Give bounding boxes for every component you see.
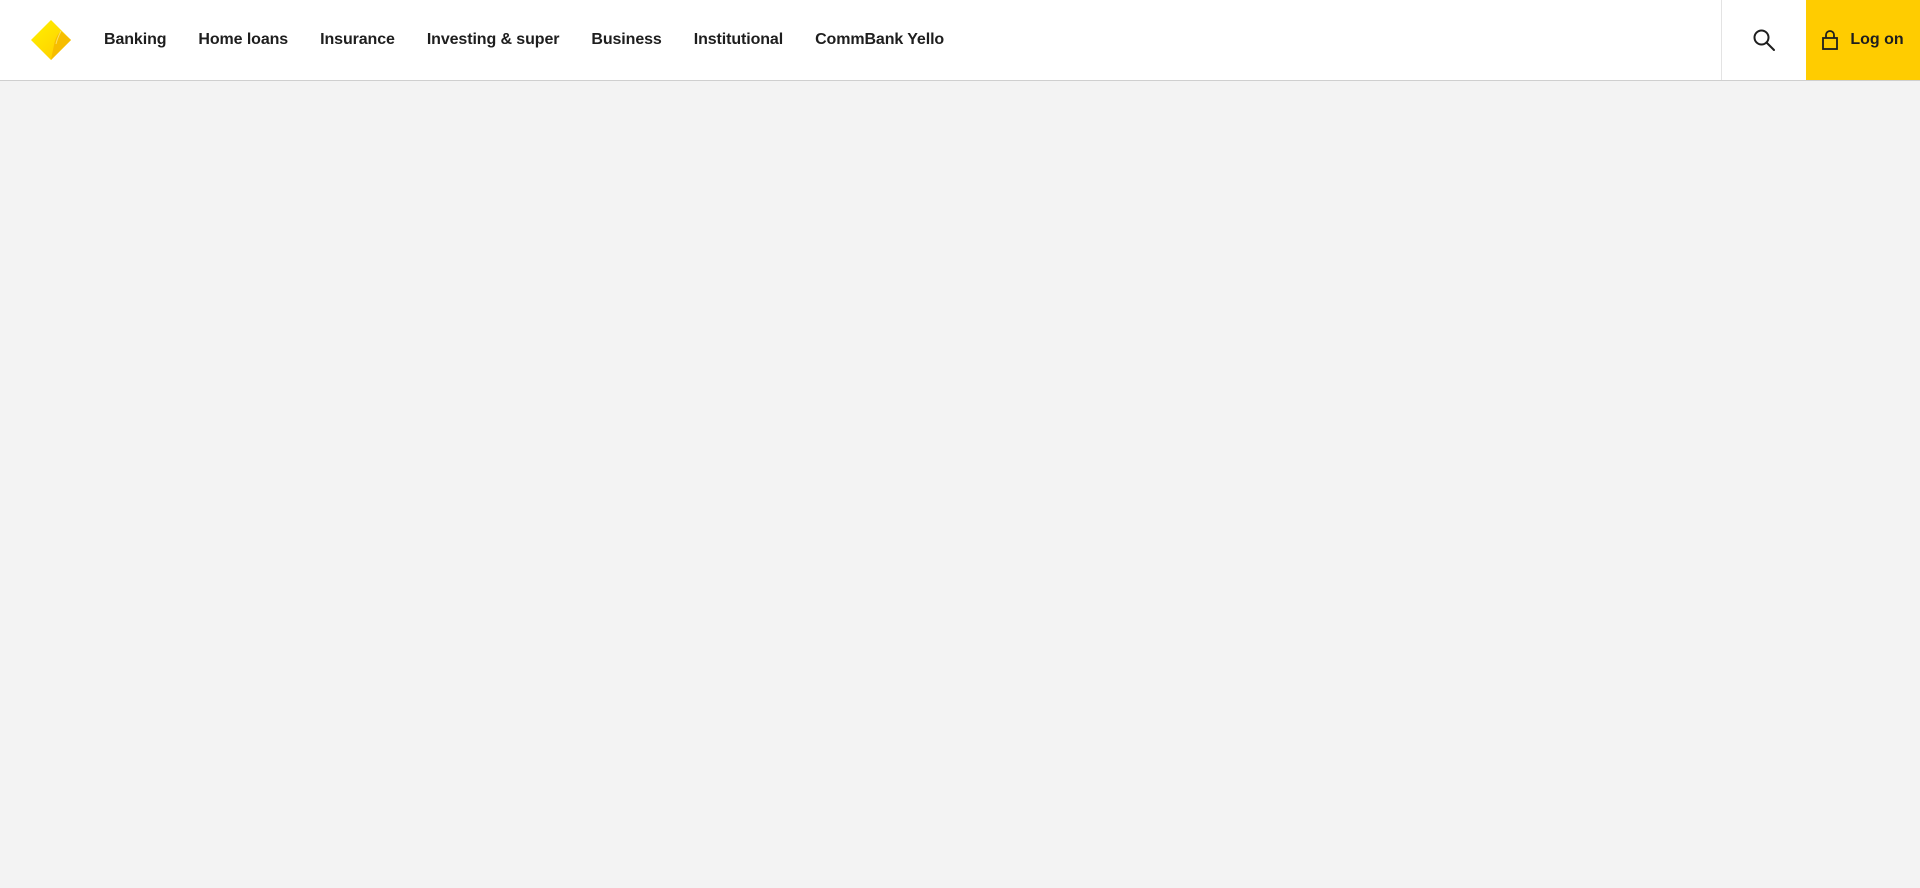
lock-icon [1822,30,1839,50]
nav-item-institutional[interactable]: Institutional [694,31,783,49]
nav-item-insurance[interactable]: Insurance [320,31,395,49]
search-button[interactable] [1721,0,1806,80]
nav-item-business[interactable]: Business [591,31,661,49]
main-content [0,81,1920,888]
nav-item-commbank-yello[interactable]: CommBank Yello [815,31,944,49]
nav-item-investing-super[interactable]: Investing & super [427,31,560,49]
log-on-button[interactable]: Log on [1806,0,1920,80]
search-icon [1753,29,1775,51]
main-nav: Banking Home loans Insurance Investing &… [104,0,976,80]
site-header: Banking Home loans Insurance Investing &… [0,0,1920,81]
nav-item-banking[interactable]: Banking [104,31,167,49]
commbank-logo[interactable] [30,19,72,61]
commbank-diamond-logo-icon [31,20,71,60]
nav-item-home-loans[interactable]: Home loans [198,31,288,49]
log-on-label: Log on [1850,31,1904,48]
